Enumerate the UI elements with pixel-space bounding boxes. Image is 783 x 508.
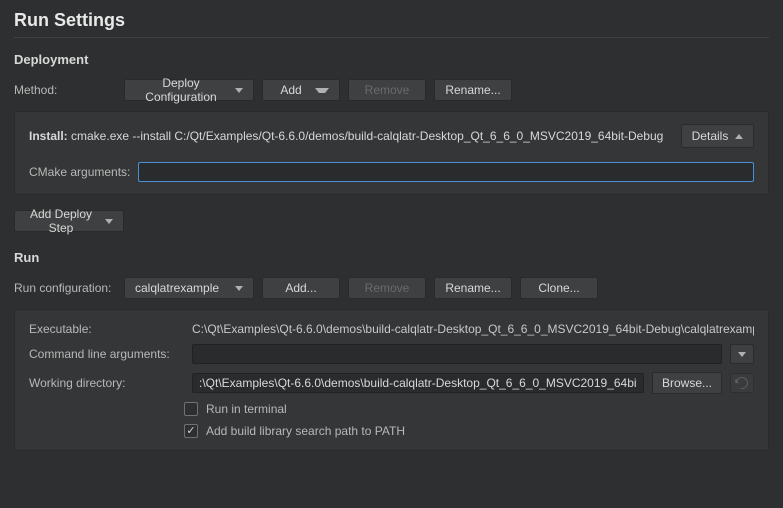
clone-run-button[interactable]: Clone... [520,277,598,299]
chevron-down-icon [738,352,746,357]
install-line: Install: cmake.exe --install C:/Qt/Examp… [29,129,663,143]
chevron-down-icon [315,88,329,93]
divider [14,37,769,38]
run-config-label: Run configuration: [14,281,116,295]
executable-value: C:\Qt\Examples\Qt-6.6.0\demos\build-calq… [192,322,754,336]
reset-workdir-button[interactable] [730,373,754,393]
run-panel: Executable: C:\Qt\Examples\Qt-6.6.0\demo… [14,309,769,451]
browse-button[interactable]: Browse... [652,372,722,394]
run-in-terminal-checkbox[interactable] [184,402,198,416]
cmdline-label: Command line arguments: [29,347,184,361]
workdir-input[interactable] [192,373,644,393]
run-config-text: calqlatrexample [135,281,219,295]
method-combo-text: Deploy Configuration [135,76,227,104]
deployment-heading: Deployment [14,52,769,67]
rename-run-button[interactable]: Rename... [434,277,512,299]
add-deploy-step-button[interactable]: Add Deploy Step [14,210,124,232]
cmake-args-input[interactable] [138,162,754,182]
run-config-combo[interactable]: calqlatrexample [124,277,254,299]
reset-icon [734,375,750,391]
add-deploy-text: Add [273,83,309,97]
add-path-label: Add build library search path to PATH [206,424,405,438]
cmdline-expand-button[interactable] [730,344,754,364]
page-title: Run Settings [14,10,769,31]
method-label: Method: [14,83,116,97]
chevron-up-icon [735,134,743,139]
chevron-down-icon [235,286,243,291]
add-deploy-button[interactable]: Add [262,79,340,101]
details-toggle[interactable]: Details [681,124,754,148]
workdir-label: Working directory: [29,376,184,390]
cmake-args-label: CMake arguments: [29,165,130,179]
cmdline-input[interactable] [192,344,722,364]
add-path-checkbox[interactable] [184,424,198,438]
remove-run-button: Remove [348,277,426,299]
deploy-step-panel: Install: cmake.exe --install C:/Qt/Examp… [14,111,769,195]
executable-label: Executable: [29,322,184,336]
rename-deploy-button[interactable]: Rename... [434,79,512,101]
add-run-button[interactable]: Add... [262,277,340,299]
method-combo[interactable]: Deploy Configuration [124,79,254,101]
chevron-down-icon [105,219,113,224]
run-in-terminal-label: Run in terminal [206,402,287,416]
run-heading: Run [14,250,769,265]
remove-deploy-button: Remove [348,79,426,101]
chevron-down-icon [235,88,243,93]
